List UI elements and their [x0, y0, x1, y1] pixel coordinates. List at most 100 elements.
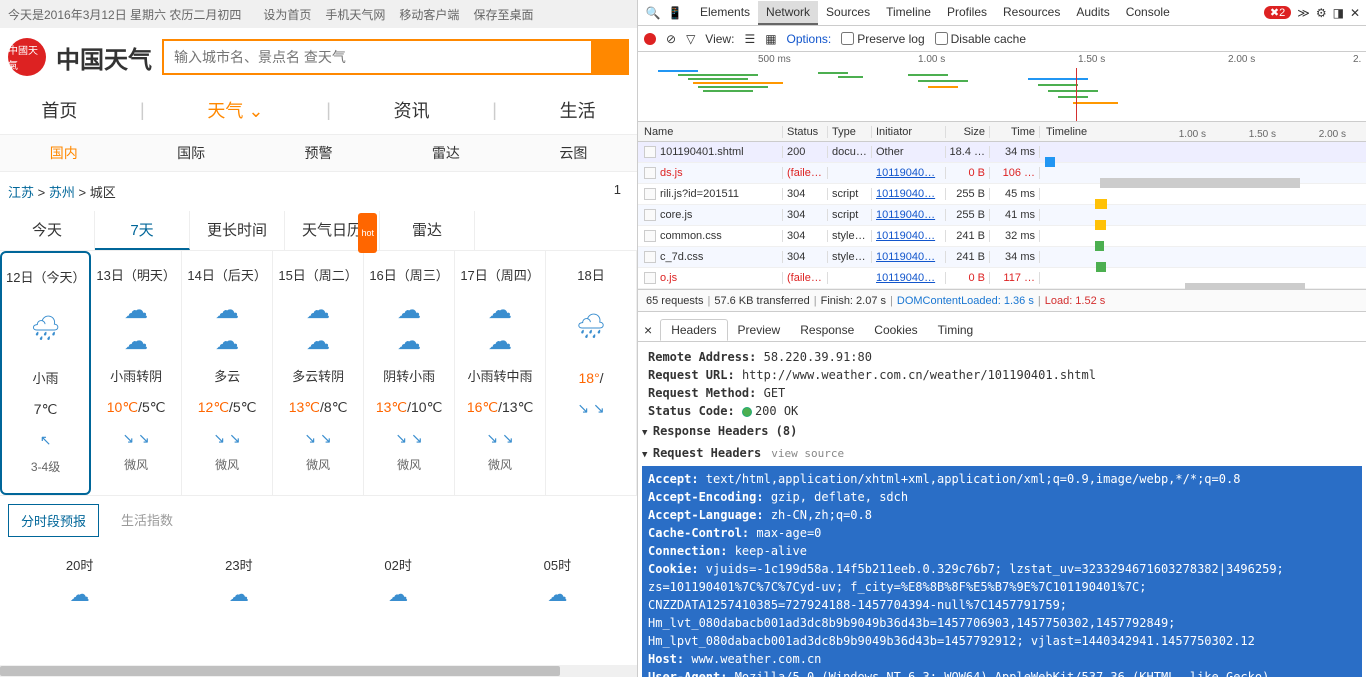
search-input[interactable]: [162, 39, 593, 75]
tab-preview[interactable]: Preview: [728, 320, 791, 340]
record-button[interactable]: [644, 33, 656, 45]
status-dot-icon: [742, 407, 752, 417]
view-list-icon[interactable]: ☰: [744, 32, 755, 46]
subnav-domestic[interactable]: 国内: [0, 143, 127, 163]
nav-news[interactable]: 资讯: [374, 97, 450, 123]
devtools-tab-elements[interactable]: Elements: [692, 1, 758, 25]
nav-life[interactable]: 生活: [540, 97, 616, 123]
tab-longer[interactable]: 更长时间: [190, 211, 285, 250]
weather-page: 今天是2016年3月12日 星期六 农历二月初四 设为首页 手机天气网 移动客户…: [0, 0, 638, 677]
hourly-row: 20时☁ 23时☁ 02时☁ 05时☁: [0, 545, 637, 617]
request-headers-toggle[interactable]: Request Headersview source: [642, 442, 1356, 464]
forecast-tabs: 今天 7天 更长时间 天气日历hot 雷达: [0, 211, 637, 251]
disable-cache-checkbox[interactable]: Disable cache: [935, 32, 1026, 46]
day-card[interactable]: 18日🌧18°/↘ ↘: [546, 251, 637, 495]
hourly-item: 02时☁: [384, 555, 411, 607]
search-box: [162, 39, 629, 75]
nav-weather[interactable]: 天气 ⌄: [187, 97, 283, 123]
day-card[interactable]: 17日（周四）☁☁小雨转中雨16℃/13℃↘ ↘微风: [455, 251, 546, 495]
tab-timing[interactable]: Timing: [928, 320, 984, 340]
view-grid-icon[interactable]: ▦: [765, 32, 776, 46]
hourly-item: 05时☁: [544, 555, 571, 607]
chevron-down-icon: ⌄: [248, 101, 263, 121]
network-row[interactable]: c_7d.css304style…10119040…241 B34 ms: [638, 247, 1366, 268]
network-row[interactable]: o.js(faile…10119040…0 B117 …: [638, 268, 1366, 289]
request-detail: × Headers Preview Response Cookies Timin…: [638, 318, 1366, 677]
filter-icon[interactable]: ▽: [686, 32, 695, 46]
devtools-tab-timeline[interactable]: Timeline: [878, 1, 939, 25]
options-label: Options:: [787, 32, 832, 46]
gear-icon[interactable]: ⚙: [1316, 6, 1327, 20]
tab-response[interactable]: Response: [790, 320, 864, 340]
devtools-tab-audits[interactable]: Audits: [1068, 1, 1117, 25]
main-nav: 首页 | 天气 ⌄ | 资讯 | 生活: [0, 86, 637, 134]
topbar-link[interactable]: 设为首页: [263, 6, 311, 23]
network-row[interactable]: core.js304script10119040…255 B41 ms: [638, 205, 1366, 226]
sub-nav: 国内 国际 预警 雷达 云图: [0, 134, 637, 172]
devtools-toolbar: 🔍 📱 Elements Network Sources Timeline Pr…: [638, 0, 1366, 26]
topbar-link[interactable]: 移动客户端: [399, 6, 459, 23]
tab-calendar[interactable]: 天气日历hot: [285, 211, 380, 250]
preserve-log-checkbox[interactable]: Preserve log: [841, 32, 924, 46]
bottom-tabs: 分时段预报 生活指数: [0, 495, 637, 545]
tab-7day[interactable]: 7天: [95, 211, 190, 250]
logo-icon: 中國天氣: [8, 38, 46, 76]
detail-tabs: × Headers Preview Response Cookies Timin…: [638, 318, 1366, 342]
dock-icon[interactable]: ◨: [1333, 6, 1344, 20]
close-icon[interactable]: ×: [644, 322, 652, 338]
close-icon[interactable]: ✕: [1350, 6, 1360, 20]
hot-badge: hot: [358, 213, 377, 253]
view-label: View:: [705, 32, 734, 46]
horizontal-scrollbar[interactable]: [0, 665, 637, 677]
devtools-panel: 🔍 📱 Elements Network Sources Timeline Pr…: [638, 0, 1366, 677]
network-overview[interactable]: 500 ms 1.00 s 1.50 s 2.00 s 2.: [638, 52, 1366, 122]
inspect-icon[interactable]: 🔍: [644, 4, 662, 22]
nav-home[interactable]: 首页: [21, 97, 97, 123]
network-toolbar: ⊘ ▽ View: ☰ ▦ Options: Preserve log Disa…: [638, 26, 1366, 52]
clear-icon[interactable]: ⊘: [666, 32, 676, 46]
network-table-header: Name Status Type Initiator Size Time Tim…: [638, 122, 1366, 142]
topbar-link[interactable]: 保存至桌面: [473, 6, 533, 23]
headers-body: Remote Address: 58.220.39.91:80 Request …: [638, 342, 1366, 677]
network-row[interactable]: 101190401.shtml200docu…Other18.4 …34 ms: [638, 142, 1366, 163]
tab-today[interactable]: 今天: [0, 211, 95, 250]
header: 中國天氣 中国天气: [0, 28, 637, 86]
hourly-item: 20时☁: [66, 555, 93, 607]
devtools-tab-sources[interactable]: Sources: [818, 1, 878, 25]
forecast-row: 12日（今天）🌧小雨7℃↖3-4级13日（明天）☁☁小雨转阴10℃/5℃↘ ↘微…: [0, 251, 637, 495]
day-card[interactable]: 14日（后天）☁☁多云12℃/5℃↘ ↘微风: [182, 251, 273, 495]
tab-cookies[interactable]: Cookies: [864, 320, 927, 340]
subnav-radar[interactable]: 雷达: [382, 143, 509, 163]
date-text: 今天是2016年3月12日 星期六 农历二月初四: [8, 6, 241, 23]
tab-headers[interactable]: Headers: [660, 319, 727, 341]
devtools-tab-console[interactable]: Console: [1118, 1, 1178, 25]
network-table: Name Status Type Initiator Size Time Tim…: [638, 122, 1366, 290]
site-title: 中国天气: [56, 40, 152, 75]
subnav-intl[interactable]: 国际: [127, 143, 254, 163]
response-headers-toggle[interactable]: Response Headers (8): [642, 420, 1356, 442]
topbar: 今天是2016年3月12日 星期六 农历二月初四 设为首页 手机天气网 移动客户…: [0, 0, 637, 28]
network-row[interactable]: common.css304style…10119040…241 B32 ms: [638, 226, 1366, 247]
network-row[interactable]: ds.js(faile…10119040…0 B106 …: [638, 163, 1366, 184]
tab-hourly[interactable]: 分时段预报: [8, 504, 99, 537]
hourly-item: 23时☁: [225, 555, 252, 607]
subnav-cloud[interactable]: 云图: [510, 143, 637, 163]
day-card[interactable]: 13日（明天）☁☁小雨转阴10℃/5℃↘ ↘微风: [91, 251, 182, 495]
devtools-tab-profiles[interactable]: Profiles: [939, 1, 995, 25]
breadcrumb: 江苏 > 苏州 > 城区 1: [0, 172, 637, 211]
network-summary: 65 requests| 57.6 KB transferred| Finish…: [638, 290, 1366, 312]
topbar-link[interactable]: 手机天气网: [325, 6, 385, 23]
day-card[interactable]: 15日（周二）☁☁多云转阴13℃/8℃↘ ↘微风: [273, 251, 364, 495]
device-icon[interactable]: 📱: [666, 4, 684, 22]
day-card[interactable]: 16日（周三）☁☁阴转小雨13℃/10℃↘ ↘微风: [364, 251, 455, 495]
subnav-alert[interactable]: 预警: [255, 143, 382, 163]
tab-life-index[interactable]: 生活指数: [109, 504, 185, 537]
search-button[interactable]: [593, 39, 629, 75]
devtools-tab-network[interactable]: Network: [758, 1, 818, 25]
error-badge[interactable]: ✖2: [1264, 6, 1291, 19]
request-headers-block[interactable]: Accept: text/html,application/xhtml+xml,…: [642, 466, 1362, 677]
devtools-tab-resources[interactable]: Resources: [995, 1, 1068, 25]
tab-radar[interactable]: 雷达: [380, 211, 475, 250]
drawer-icon[interactable]: ≫: [1297, 6, 1310, 20]
day-card[interactable]: 12日（今天）🌧小雨7℃↖3-4级: [0, 251, 91, 495]
